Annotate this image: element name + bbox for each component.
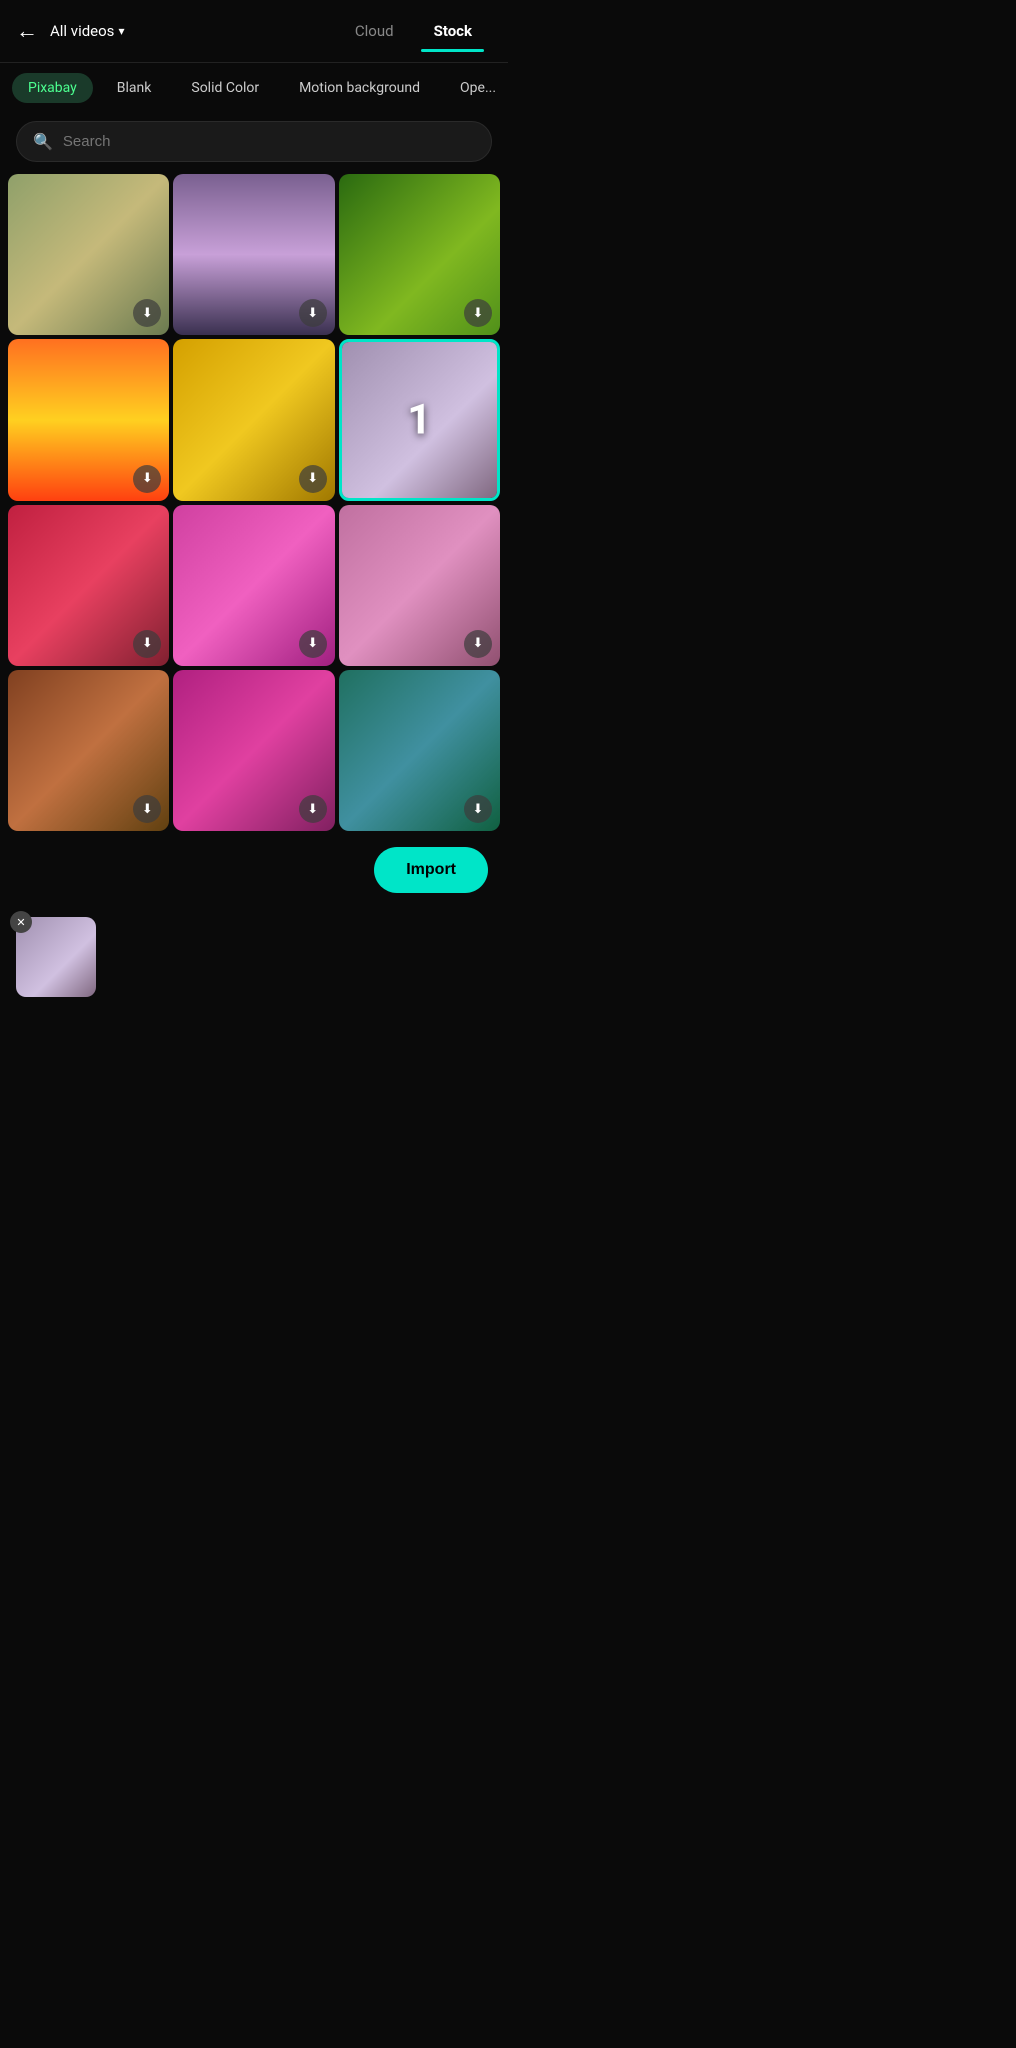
search-input[interactable]: [63, 133, 475, 150]
grid-item-5[interactable]: ⬇: [173, 339, 334, 500]
grid-item-10[interactable]: ⬇: [8, 670, 169, 831]
search-bar: 🔍: [16, 121, 492, 162]
download-btn-11[interactable]: ⬇: [299, 795, 327, 823]
all-videos-dropdown[interactable]: All videos ▾: [50, 22, 124, 40]
grid-item-6[interactable]: 1: [339, 339, 500, 500]
import-button[interactable]: Import: [374, 847, 488, 893]
grid-item-3[interactable]: ⬇: [339, 174, 500, 335]
chevron-down-icon: ▾: [118, 24, 124, 38]
filter-tab-pixabay[interactable]: Pixabay: [12, 73, 93, 103]
filter-tab-ope[interactable]: Ope...: [444, 73, 508, 103]
grid-item-12[interactable]: ⬇: [339, 670, 500, 831]
search-container: 🔍: [0, 113, 508, 174]
grid-item-9[interactable]: ⬇: [339, 505, 500, 666]
download-btn-2[interactable]: ⬇: [299, 299, 327, 327]
grid-item-1[interactable]: ⬇: [8, 174, 169, 335]
selected-badge-6: 1: [407, 395, 431, 444]
search-icon: 🔍: [33, 132, 53, 151]
preview-container: ✕: [16, 917, 96, 997]
download-btn-4[interactable]: ⬇: [133, 465, 161, 493]
download-btn-8[interactable]: ⬇: [299, 630, 327, 658]
back-button[interactable]: ←: [16, 18, 38, 44]
all-videos-label: All videos: [50, 22, 114, 40]
grid-item-11[interactable]: ⬇: [173, 670, 334, 831]
grid-item-2[interactable]: ⬇: [173, 174, 334, 335]
tab-stock[interactable]: Stock: [414, 12, 492, 50]
download-btn-9[interactable]: ⬇: [464, 630, 492, 658]
media-grid: ⬇ ⬇ ⬇ ⬇ ⬇ 1 ⬇ ⬇ ⬇ ⬇ ⬇ ⬇: [0, 174, 508, 831]
filter-tab-blank[interactable]: Blank: [101, 73, 168, 103]
tab-cloud[interactable]: Cloud: [335, 12, 414, 50]
grid-item-4[interactable]: ⬇: [8, 339, 169, 500]
filter-tab-solid-color[interactable]: Solid Color: [175, 73, 275, 103]
grid-item-8[interactable]: ⬇: [173, 505, 334, 666]
header: ← All videos ▾ Cloud Stock: [0, 0, 508, 62]
back-icon: ←: [16, 18, 38, 44]
nav-tabs: Cloud Stock: [136, 12, 492, 50]
grid-item-7[interactable]: ⬇: [8, 505, 169, 666]
filter-tab-motion-background[interactable]: Motion background: [283, 73, 436, 103]
filter-tabs: Pixabay Blank Solid Color Motion backgro…: [0, 63, 508, 113]
import-container: Import: [0, 831, 508, 909]
download-btn-5[interactable]: ⬇: [299, 465, 327, 493]
